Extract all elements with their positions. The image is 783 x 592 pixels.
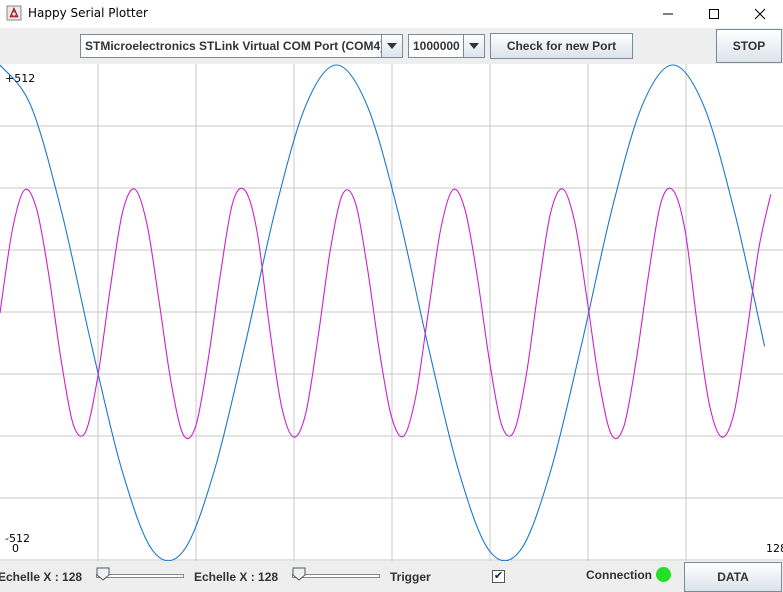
chevron-down-icon xyxy=(469,43,479,49)
trigger-checkbox[interactable]: ✔ xyxy=(492,570,505,583)
check-port-button[interactable]: Check for new Port xyxy=(490,33,633,59)
minimize-icon xyxy=(663,13,673,15)
plot-canvas xyxy=(0,64,783,562)
data-button[interactable]: DATA xyxy=(684,562,782,592)
plot-area: +512 -512 0 128 xyxy=(0,64,783,562)
toolbar: STMicroelectronics STLink Virtual COM Po… xyxy=(0,28,783,64)
echelle-x-label-1: Echelle X : 128 xyxy=(0,570,83,584)
series-line-2 xyxy=(0,187,772,440)
trigger-label: Trigger xyxy=(390,570,431,584)
series-line-1 xyxy=(0,64,766,562)
echelle-x-label-2: Echelle X : 128 xyxy=(194,570,279,584)
maximize-icon xyxy=(709,9,719,19)
baud-dropdown-arrow[interactable] xyxy=(463,35,484,57)
status-bar: Echelle X : 128 Echelle X : 128 Trigger … xyxy=(0,561,783,592)
baud-select[interactable]: 1000000 xyxy=(408,34,485,58)
baud-select-value: 1000000 xyxy=(413,39,460,53)
slider-thumb[interactable] xyxy=(96,567,110,581)
port-select[interactable]: STMicroelectronics STLink Virtual COM Po… xyxy=(80,34,403,58)
port-dropdown-arrow[interactable] xyxy=(381,35,402,57)
close-icon xyxy=(754,8,766,20)
maximize-button[interactable] xyxy=(691,0,737,28)
y-max-label: +512 xyxy=(5,72,36,85)
port-select-value: STMicroelectronics STLink Virtual COM Po… xyxy=(85,39,381,53)
connection-status-indicator xyxy=(656,567,671,582)
connection-label: Connection xyxy=(586,568,652,582)
x-min-label: 0 xyxy=(12,542,19,555)
java-app-icon xyxy=(6,5,22,21)
minimize-button[interactable] xyxy=(645,0,691,28)
window-title: Happy Serial Plotter xyxy=(28,6,148,20)
x-max-label: 128 xyxy=(766,542,783,555)
slider-thumb[interactable] xyxy=(292,567,306,581)
echelle-x-slider-2[interactable] xyxy=(290,567,382,583)
stop-button[interactable]: STOP xyxy=(716,29,782,63)
title-bar: Happy Serial Plotter xyxy=(0,0,783,28)
echelle-x-slider-1[interactable] xyxy=(94,567,186,583)
chevron-down-icon xyxy=(387,43,397,49)
close-button[interactable] xyxy=(737,0,783,28)
